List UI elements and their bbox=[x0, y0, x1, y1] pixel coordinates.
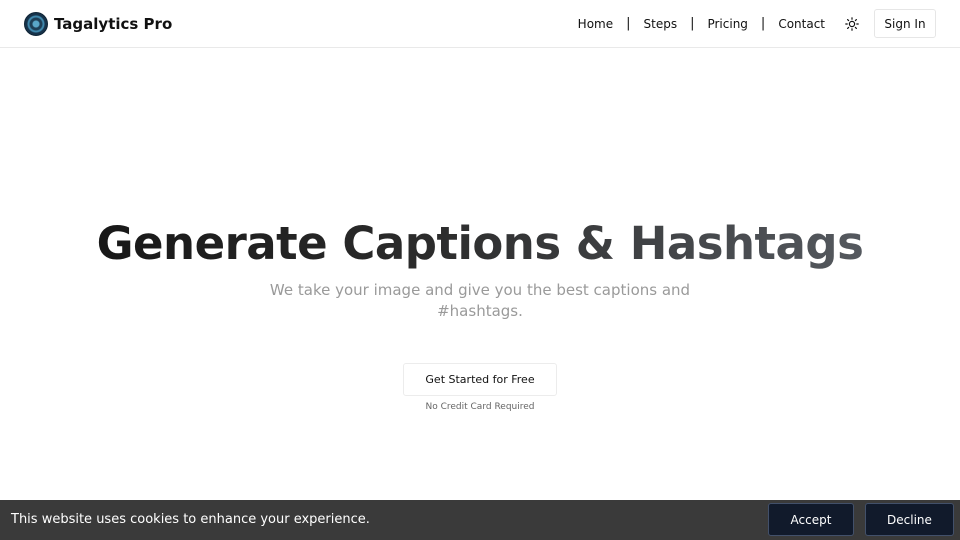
hero-section: Generate Captions & Hashtags We take you… bbox=[0, 214, 960, 322]
site-header: Tagalytics Pro Home | Steps | Pricing | … bbox=[0, 0, 960, 48]
cookie-message: This website uses cookies to enhance you… bbox=[11, 512, 370, 527]
cta-note: No Credit Card Required bbox=[425, 402, 535, 412]
decline-cookies-button[interactable]: Decline bbox=[865, 503, 954, 536]
accept-cookies-button[interactable]: Accept bbox=[768, 503, 854, 536]
nav-separator: | bbox=[626, 16, 631, 31]
sun-icon bbox=[845, 16, 859, 31]
nav-contact[interactable]: Contact bbox=[778, 17, 825, 31]
theme-toggle-button[interactable] bbox=[844, 16, 860, 32]
brand[interactable]: Tagalytics Pro bbox=[24, 12, 172, 36]
nav-home[interactable]: Home bbox=[578, 17, 613, 31]
brand-name: Tagalytics Pro bbox=[54, 15, 173, 33]
nav-pricing[interactable]: Pricing bbox=[707, 17, 747, 31]
cookie-banner: This website uses cookies to enhance you… bbox=[0, 500, 960, 540]
nav-steps[interactable]: Steps bbox=[644, 17, 678, 31]
nav-separator: | bbox=[690, 16, 695, 31]
logo-icon bbox=[24, 12, 48, 36]
get-started-button[interactable]: Get Started for Free bbox=[403, 363, 557, 396]
nav-separator: | bbox=[760, 16, 766, 31]
sign-in-button[interactable]: Sign In bbox=[874, 9, 936, 38]
main-nav: Home | Steps | Pricing | Contact Sign In bbox=[578, 9, 936, 38]
hero-title: Generate Captions & Hashtags bbox=[0, 214, 960, 274]
hero-subtitle: We take your image and give you the best… bbox=[269, 281, 691, 320]
